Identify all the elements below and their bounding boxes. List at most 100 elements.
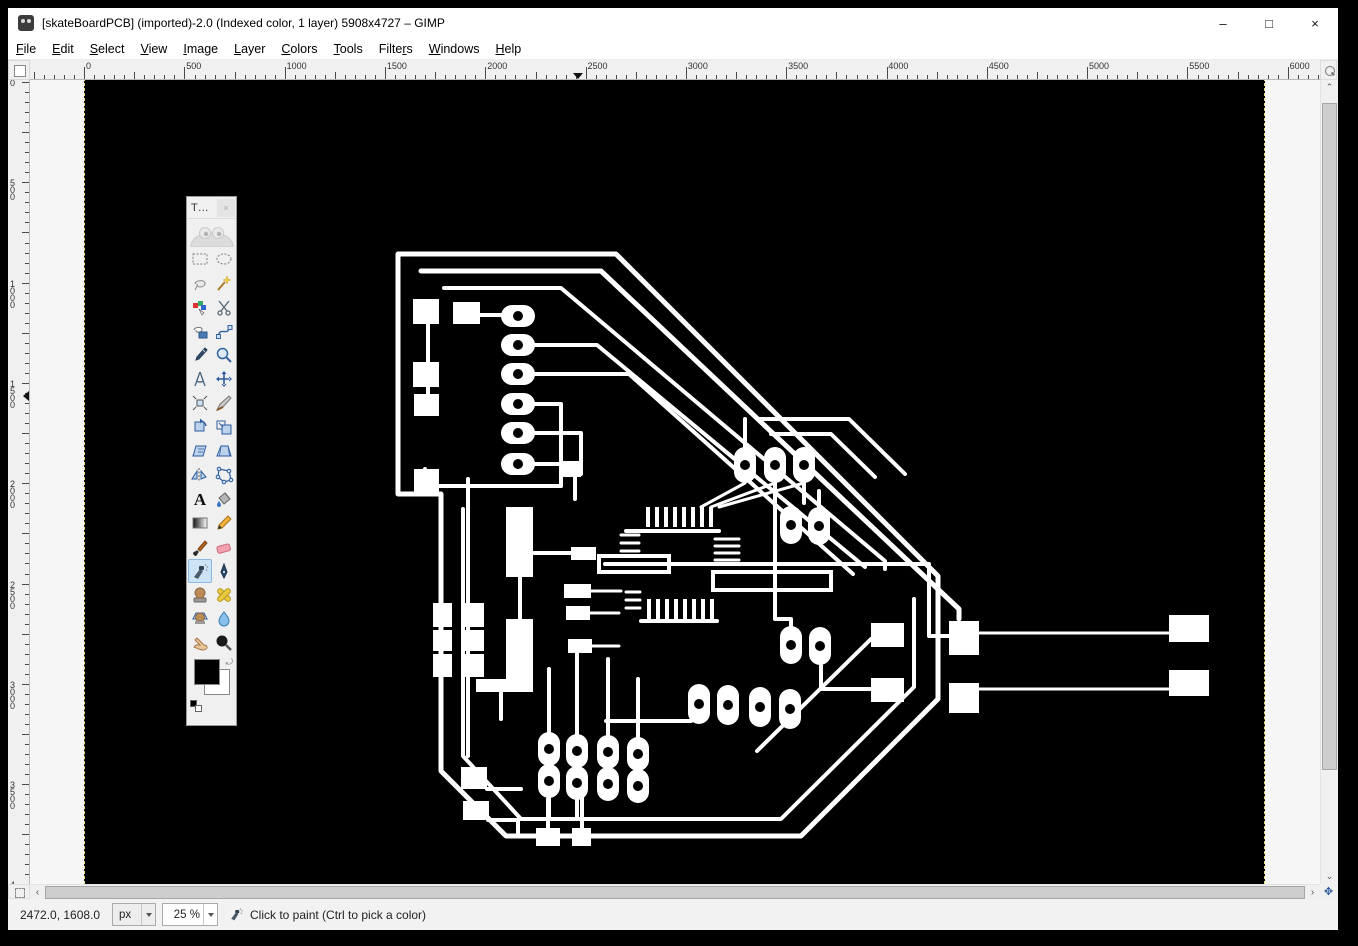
ruler-tick	[696, 75, 697, 79]
toolbox-title-bar[interactable]: T… ×	[187, 197, 236, 219]
tool-dodge-burn[interactable]	[212, 631, 236, 655]
tool-smudge[interactable]	[188, 631, 212, 655]
menu-filters[interactable]: Filters	[371, 40, 421, 58]
menu-tools[interactable]: Tools	[326, 40, 371, 58]
horizontal-ruler[interactable]: 0 500 1000 1500 2000 2500 3000 3500 4000 4500 5000…	[30, 60, 1320, 80]
menu-view[interactable]: View	[132, 40, 175, 58]
menu-image[interactable]: Image	[175, 40, 226, 58]
tool-fuzzy-select[interactable]	[212, 271, 236, 295]
tool-zoom[interactable]	[212, 343, 236, 367]
ruler-tick	[254, 75, 256, 79]
tool-eraser[interactable]	[212, 535, 236, 559]
ruler-tick	[25, 553, 29, 555]
horizontal-scrollbar[interactable]: ‹ ›	[30, 884, 1320, 899]
ruler-tick	[1157, 75, 1159, 79]
vertical-scroll-thumb[interactable]	[1322, 103, 1337, 770]
quick-mask-toggle[interactable]	[8, 884, 30, 899]
h-ruler-label: 3500	[788, 61, 809, 71]
tool-clone[interactable]	[188, 583, 212, 607]
tool-blur-sharpen[interactable]	[212, 607, 236, 631]
tool-ellipse-select[interactable]	[212, 247, 236, 271]
ruler-tick	[25, 202, 29, 204]
tool-measure[interactable]	[188, 367, 212, 391]
ruler-tick	[1047, 75, 1048, 79]
scroll-down-arrow[interactable]: ⌄	[1321, 869, 1338, 884]
tool-bucket-fill[interactable]	[212, 487, 236, 511]
ink-icon	[219, 562, 228, 580]
tool-crop[interactable]	[212, 391, 236, 415]
menu-select[interactable]: Select	[82, 40, 133, 58]
menu-edit[interactable]: Edit	[44, 40, 82, 58]
tool-color-picker[interactable]	[188, 343, 212, 367]
tool-select-by-color[interactable]	[188, 295, 212, 319]
tool-scale[interactable]	[212, 415, 236, 439]
ruler-tick	[495, 75, 497, 79]
toolbox-window[interactable]: T… × A ⤾	[186, 196, 237, 726]
tool-scissors[interactable]	[212, 295, 236, 319]
foreground-color-swatch[interactable]	[194, 659, 220, 685]
tool-rect-select[interactable]	[188, 247, 212, 271]
tool-heal[interactable]	[212, 583, 236, 607]
toolbox-close-button[interactable]: ×	[217, 198, 235, 217]
scroll-up-arrow[interactable]: ⌃	[1321, 80, 1338, 95]
scale-icon	[216, 420, 231, 435]
vertical-ruler[interactable]: 05001000150020002500300035004000	[8, 80, 30, 884]
tool-rotate[interactable]	[188, 415, 212, 439]
ruler-tick	[25, 302, 29, 304]
zoom-dropdown[interactable]: 25 %	[162, 903, 218, 926]
zoom-follow-window-button[interactable]	[1320, 60, 1337, 80]
tool-foreground-select[interactable]	[188, 319, 212, 343]
tool-text[interactable]: A	[188, 487, 212, 511]
tool-blend[interactable]	[188, 511, 212, 535]
ruler-tick	[25, 643, 29, 645]
tool-paintbrush[interactable]	[188, 535, 212, 559]
tool-free-select[interactable]	[188, 271, 212, 295]
ruler-tick	[1207, 75, 1209, 79]
ruler-tick	[294, 75, 296, 79]
tool-pencil[interactable]	[212, 511, 236, 535]
horizontal-scroll-thumb[interactable]	[45, 886, 1305, 899]
h-ruler-label: 1000	[286, 61, 307, 71]
navigation-button[interactable]: ✥	[1320, 884, 1337, 899]
pcb-image-canvas[interactable]	[84, 80, 1265, 884]
ruler-tick	[25, 222, 29, 224]
menu-colors[interactable]: Colors	[273, 40, 325, 58]
ruler-tick	[25, 443, 29, 445]
swap-colors-icon[interactable]: ⤾	[226, 657, 234, 668]
h-ruler-label: 0	[86, 61, 92, 71]
ruler-tick	[25, 703, 29, 705]
ruler-tick	[25, 413, 29, 414]
ruler-tick	[25, 543, 29, 545]
ruler-tick	[1227, 75, 1229, 79]
tool-alignment[interactable]	[188, 391, 212, 415]
tool-perspective-clone[interactable]	[188, 607, 212, 631]
menu-layer[interactable]: Layer	[226, 40, 273, 58]
tool-cage[interactable]	[212, 463, 236, 487]
tool-flip[interactable]	[188, 463, 212, 487]
scroll-left-arrow[interactable]: ‹	[30, 885, 45, 900]
toolbox-title: T…	[191, 201, 209, 214]
ruler-tick	[25, 513, 29, 515]
tool-airbrush[interactable]	[187, 559, 212, 583]
menu-help[interactable]: Help	[487, 40, 529, 58]
tool-ink[interactable]	[212, 559, 236, 583]
ruler-tick	[25, 292, 29, 294]
ruler-tick	[1247, 75, 1249, 79]
tool-move[interactable]	[212, 367, 236, 391]
ruler-tick	[25, 493, 29, 495]
menu-windows[interactable]: Windows	[421, 40, 488, 58]
bucket-fill-icon	[216, 492, 231, 507]
maximize-button[interactable]: □	[1246, 8, 1292, 38]
tool-shear[interactable]	[188, 439, 212, 463]
minimize-button[interactable]: –	[1200, 8, 1246, 38]
unit-dropdown[interactable]: px	[112, 903, 156, 926]
vertical-scrollbar[interactable]: ⌃ ⌄	[1320, 80, 1337, 884]
default-colors-icon[interactable]	[190, 700, 202, 712]
tool-paths[interactable]	[212, 319, 236, 343]
scroll-right-arrow[interactable]: ›	[1305, 885, 1320, 900]
close-button[interactable]: ×	[1292, 8, 1338, 38]
h-ruler-label: 6000	[1289, 61, 1310, 71]
menu-file[interactable]: File	[8, 40, 44, 58]
ruler-corner-button[interactable]	[8, 60, 30, 80]
tool-perspective[interactable]	[212, 439, 236, 463]
